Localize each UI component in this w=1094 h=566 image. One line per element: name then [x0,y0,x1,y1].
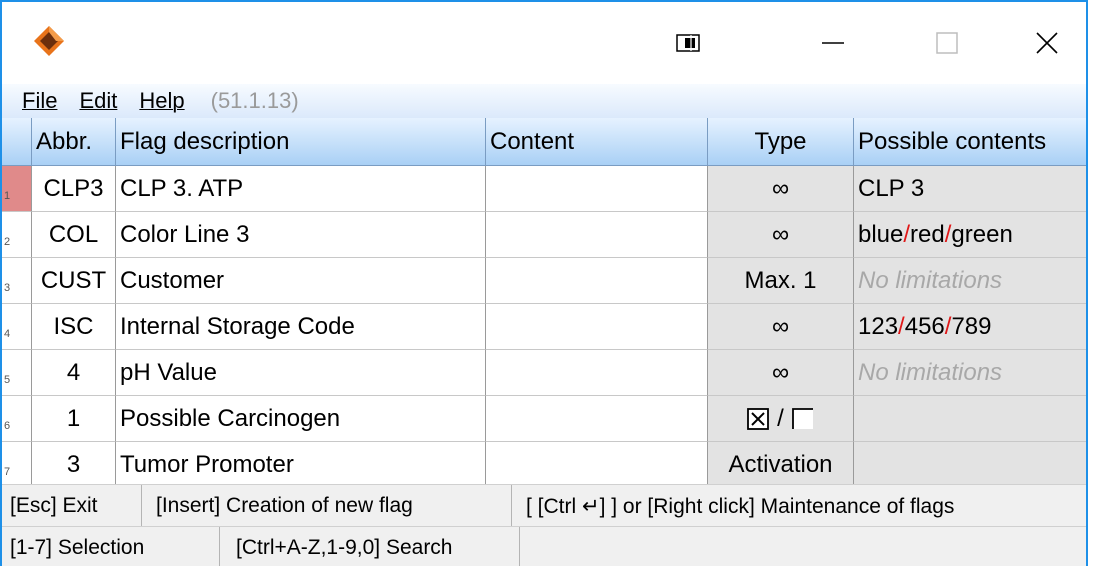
possible-contents-cell: blue / red / green [854,212,1086,258]
menu-help[interactable]: Help [139,88,184,114]
possible-value: CLP 3 [858,174,925,202]
row-number: 7 [2,442,32,488]
minimize-button[interactable] [798,2,868,84]
description-cell: Internal Storage Code [116,304,486,350]
value-separator: / [903,220,911,248]
snap-window-button[interactable] [658,2,718,84]
table-row[interactable]: 7 3 Tumor Promoter Activation [2,442,1086,488]
possible-contents-cell: 123/456/789 [854,304,1086,350]
type-cell: ∞ [708,212,854,258]
value-separator: / [898,312,905,340]
abbr-cell: COL [32,212,116,258]
content-cell[interactable] [486,258,708,304]
possible-value: red [910,220,945,248]
possible-value: 123 [858,312,899,340]
snap-window-icon [676,34,700,52]
description-cell: pH Value [116,350,486,396]
abbr-cell: ISC [32,304,116,350]
table-row[interactable]: 2 COL Color Line 3 ∞ blue / red / green [2,212,1086,258]
content-cell[interactable] [486,396,708,442]
menu-edit[interactable]: Edit [79,88,117,114]
description-cell: CLP 3. ATP [116,166,486,212]
type-separator: / [777,404,784,432]
description-cell: Tumor Promoter [116,442,486,488]
row-number: 1 [2,166,32,212]
menu-bar: File Edit Help (51.1.13) [2,84,1086,118]
row-number: 5 [2,350,32,396]
minimize-icon [822,42,844,44]
search-shortcut[interactable]: [Ctrl+A-Z,1-9,0] Search [220,527,520,566]
checked-checkbox-icon [747,407,770,430]
maximize-button[interactable] [912,2,982,84]
row-number: 4 [2,304,32,350]
app-logo-icon [34,26,64,56]
possible-contents-cell: CLP 3 [854,166,1086,212]
row-number: 6 [2,396,32,442]
type-cell: ∞ [708,166,854,212]
status-bar-secondary: [1-7] Selection [Ctrl+A-Z,1-9,0] Search [2,526,1086,566]
description-cell: Possible Carcinogen [116,396,486,442]
header-abbr[interactable]: Abbr. [32,118,116,166]
exit-shortcut[interactable]: [Esc] Exit [2,485,142,527]
possible-contents-cell: No limitations [854,258,1086,304]
menu-file[interactable]: File [22,88,57,114]
possible-contents-cell [854,442,1086,488]
description-cell: Color Line 3 [116,212,486,258]
table-row[interactable]: 3 CUST Customer Max. 1 No limitations [2,258,1086,304]
value-separator: / [944,312,952,340]
app-window: File Edit Help (51.1.13) Abbr. Flag desc… [0,0,1088,566]
version-label: (51.1.13) [210,88,299,113]
header-type[interactable]: Type [708,118,854,166]
content-cell[interactable] [486,442,708,488]
abbr-cell: 1 [32,396,116,442]
possible-contents-cell: No limitations [854,350,1086,396]
new-flag-shortcut[interactable]: [Insert] Creation of new flag [142,485,512,527]
header-possible-contents[interactable]: Possible contents [854,118,1086,166]
abbr-cell: CLP3 [32,166,116,212]
header-content[interactable]: Content [486,118,708,166]
header-flag-description[interactable]: Flag description [116,118,486,166]
title-bar [2,2,1086,84]
possible-value: blue [858,220,904,248]
status-bar-primary: [Esc] Exit [Insert] Creation of new flag… [2,484,1086,527]
table-row[interactable]: 1 CLP3 CLP 3. ATP ∞ CLP 3 [2,166,1086,212]
abbr-cell: 4 [32,350,116,396]
content-cell[interactable] [486,212,708,258]
table-row[interactable]: 4 ISC Internal Storage Code ∞ 123/456/78… [2,304,1086,350]
row-number-header [2,118,32,166]
possible-value: 456 [904,312,945,340]
content-cell[interactable] [486,166,708,212]
close-icon [1036,32,1058,54]
maximize-icon [936,32,958,54]
type-cell: ∞ [708,350,854,396]
content-cell[interactable] [486,304,708,350]
possible-contents-cell [854,396,1086,442]
maintenance-shortcut[interactable]: [ [Ctrl ↵] ] or [Right click] Maintenanc… [512,485,1086,527]
table-row[interactable]: 5 4 pH Value ∞ No limitations [2,350,1086,396]
description-cell: Customer [116,258,486,304]
selection-shortcut[interactable]: [1-7] Selection [2,527,220,566]
unchecked-checkbox-icon [791,407,813,429]
content-cell[interactable] [486,350,708,396]
abbr-cell: 3 [32,442,116,488]
value-separator: / [944,220,952,248]
type-cell: / [708,396,854,442]
row-number: 3 [2,258,32,304]
row-number: 2 [2,212,32,258]
abbr-cell: CUST [32,258,116,304]
possible-value: 789 [951,312,992,340]
type-cell: ∞ [708,304,854,350]
type-cell: Max. 1 [708,258,854,304]
possible-value: green [951,220,1013,248]
table-row[interactable]: 6 1 Possible Carcinogen / [2,396,1086,442]
type-cell: Activation [708,442,854,488]
close-button[interactable] [1012,2,1082,84]
